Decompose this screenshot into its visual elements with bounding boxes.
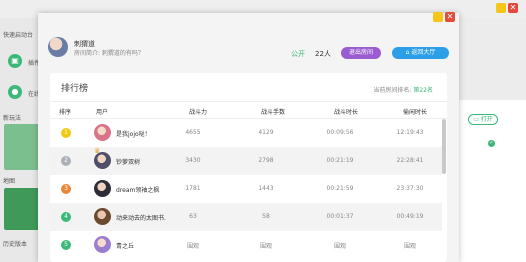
- power-cell: 围观: [186, 243, 199, 250]
- battles-cell: 2798: [258, 157, 274, 164]
- return-lobby-label: 返回大厅: [411, 49, 436, 56]
- table-header: 排序 用户 战斗力 战斗手数 战斗时长 偷闲时长: [50, 101, 447, 119]
- return-lobby-button[interactable]: ⌂ 返回大厅: [392, 47, 449, 59]
- power-cell: 4655: [185, 129, 201, 136]
- rank-badge: 5: [61, 240, 71, 250]
- battles-cell: 58: [262, 213, 270, 220]
- crown-icon: ♛: [94, 147, 101, 155]
- minimize-button[interactable]: [496, 3, 506, 13]
- battles-cell: 4129: [258, 129, 274, 136]
- col-rank: 排序: [59, 109, 72, 116]
- power-cell: 3430: [185, 157, 201, 164]
- battle-time-cell: 00:21:19: [326, 157, 354, 164]
- check-icon: ✓: [488, 140, 495, 147]
- room-window: ✕ 刺猬道 房间简介: 刺猬道的有吗？ 公开 22人 退出房间 ⌂ 返回大厅 排…: [38, 12, 459, 262]
- room-avatar: [48, 37, 68, 57]
- user-name[interactable]: 青之丘: [116, 241, 134, 250]
- open-button[interactable]: ▭ 打开: [468, 114, 498, 125]
- battles-cell: 围观: [259, 243, 272, 250]
- idle-time-cell: 12:19:43: [396, 129, 424, 136]
- room-rank-prefix: 当前房间排名:: [373, 87, 414, 94]
- avatar[interactable]: [94, 208, 111, 225]
- public-label: 公开: [291, 50, 305, 58]
- power-cell: 63: [189, 213, 197, 220]
- plugin-icon[interactable]: ▣: [8, 54, 22, 68]
- avatar[interactable]: [94, 180, 111, 197]
- user-name[interactable]: 动来动去的太图书.: [116, 213, 166, 222]
- leaderboard-title: 排行榜: [61, 84, 89, 94]
- idle-time-cell: 00:49:19: [396, 213, 424, 220]
- col-power: 战斗力: [189, 109, 208, 116]
- idle-time-cell: 22:28:41: [396, 157, 424, 164]
- user-name[interactable]: dream领袖之枫: [116, 185, 159, 194]
- map-label: 地图: [3, 178, 16, 185]
- rank-badge: 4: [61, 212, 71, 222]
- history-label: 历史版本: [3, 241, 28, 248]
- room-window-controls: ✕: [433, 12, 455, 22]
- table-row[interactable]: 3 dream领袖之枫 1781 1443 00:21:59 23:37:30: [50, 175, 442, 203]
- table-row[interactable]: 1 是我jojo哒！ 4655 4129 00:09:56 12:19:43: [50, 119, 442, 147]
- close-button[interactable]: ✕: [508, 3, 518, 13]
- table-row[interactable]: 4 动来动去的太图书. 63 58 00:01:37 00:49:19: [50, 203, 442, 231]
- online-icon[interactable]: ●: [8, 85, 22, 99]
- room-header: 刺猬道 房间简介: 刺猬道的有吗？ 公开 22人 退出房间 ⌂ 返回大厅: [38, 25, 459, 73]
- col-idle-time: 偷闲时长: [403, 109, 428, 116]
- user-name[interactable]: 钞萝双树: [116, 157, 140, 166]
- avatar[interactable]: [94, 124, 111, 141]
- col-battles: 战斗手数: [261, 109, 286, 116]
- room-close-button[interactable]: ✕: [445, 12, 455, 22]
- map-thumbnail[interactable]: [4, 188, 40, 230]
- leaderboard-scrollbar[interactable]: [442, 119, 446, 174]
- rank-badge: 3: [61, 184, 71, 194]
- battle-time-cell: 00:01:37: [326, 213, 354, 220]
- quick-start-label: 快速启动台: [3, 32, 34, 39]
- idle-time-cell: 围观: [403, 243, 416, 250]
- battle-time-cell: 00:09:56: [326, 129, 354, 136]
- room-intro: 房间简介: 刺猬道的有吗？: [74, 50, 144, 57]
- col-battle-time: 战斗时长: [334, 109, 359, 116]
- people-count: 22人: [315, 50, 331, 58]
- room-rank-value: 第22名: [413, 87, 433, 94]
- mode-thumbnail[interactable]: [4, 124, 40, 170]
- table-row[interactable]: 2 ♛ 钞萝双树 3430 2798 00:21:19 22:28:41: [50, 147, 442, 175]
- rank-badge: 1: [61, 128, 71, 138]
- power-cell: 1781: [185, 185, 201, 192]
- rank-badge: 2: [61, 156, 71, 166]
- table-row[interactable]: 5 青之丘 围观 围观 围观 围观: [50, 231, 442, 259]
- room-minimize-button[interactable]: [433, 12, 443, 22]
- new-play-label: 新玩法: [3, 115, 22, 122]
- col-user: 用户: [96, 109, 109, 116]
- user-name[interactable]: 是我jojo哒！: [116, 129, 151, 138]
- background-window-controls: ✕: [496, 3, 518, 13]
- battles-cell: 1443: [258, 185, 274, 192]
- idle-time-cell: 23:37:30: [396, 185, 424, 192]
- battle-time-cell: 00:21:59: [326, 185, 354, 192]
- leaderboard-panel: 排行榜 当前房间排名: 第22名 排序 用户 战斗力 战斗手数 战斗时长 偷闲时…: [50, 73, 447, 262]
- avatar[interactable]: [94, 236, 111, 253]
- room-rank-stat: 当前房间排名: 第22名: [373, 85, 433, 94]
- open-label: 打开: [480, 116, 493, 123]
- exit-room-button[interactable]: 退出房间: [341, 47, 381, 59]
- battle-time-cell: 围观: [333, 243, 346, 250]
